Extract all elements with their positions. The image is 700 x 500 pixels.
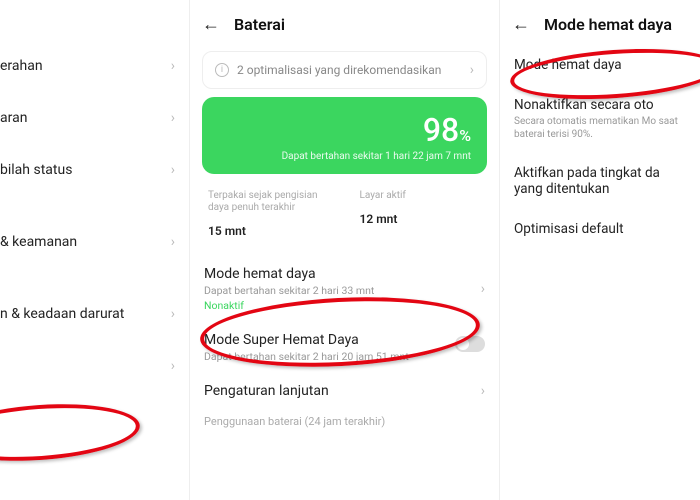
battery-percent: 98% [218,111,471,149]
chevron-right-icon: › [481,281,485,297]
row-title: Nonaktifkan secara oto [514,97,686,113]
percent-unit: % [459,126,471,145]
chevron-right-icon: › [171,358,175,374]
percent-value: 98 [423,111,459,149]
battery-stats: Terpakai sejak pengisian daya penuh tera… [190,182,499,242]
page-title: Mode hemat daya [544,15,672,34]
default-optimization-row[interactable]: Optimisasi default [500,209,700,249]
row-label: & keamanan [0,234,77,250]
power-saver-mode-row[interactable]: Mode hemat daya Dapat bertahan sekitar 2… [190,256,499,322]
toggle-switch[interactable] [455,336,485,352]
chevron-right-icon: › [470,62,474,78]
auto-disable-row[interactable]: Nonaktifkan secara oto Secara otomatis m… [500,85,700,153]
battery-card: 98% Dapat bertahan sekitar 1 hari 22 jam… [202,97,487,174]
battery-estimate: Dapat bertahan sekitar 1 hari 22 jam 7 m… [218,151,471,162]
settings-row[interactable]: n & keadaan darurat › [0,288,189,340]
settings-row-highlighted[interactable]: › [0,340,189,392]
mode-subtitle: Dapat bertahan sekitar 2 hari 33 mnt [204,284,485,297]
header: ← Baterai [190,0,499,45]
power-saver-detail-panel: ← Mode hemat daya Mode hemat daya Nonakt… [500,0,700,500]
settings-row[interactable]: aran › [0,92,189,144]
page-title: Baterai [234,15,285,34]
advanced-settings-row[interactable]: Pengaturan lanjutan › [190,373,499,409]
chevron-right-icon: › [481,383,485,399]
mode-status: Nonaktif [204,299,485,312]
row-title: Optimisasi default [514,221,686,237]
stat-label: Layar aktif [360,190,482,202]
super-power-saver-row[interactable]: Mode Super Hemat Daya Dapat bertahan sek… [190,322,499,373]
row-title: Pengaturan lanjutan [204,383,485,399]
mode-subtitle: Dapat bertahan sekitar 2 hari 20 jam 51 … [204,350,485,363]
row-label: aran [0,110,27,126]
settings-row[interactable]: & keamanan › [0,216,189,268]
stat-label: Terpakai sejak pengisian daya penuh tera… [208,190,330,214]
optimization-banner[interactable]: i 2 optimalisasi yang direkomendasikan › [202,51,487,89]
chevron-right-icon: › [171,58,175,74]
stat-value: 15 mnt [208,224,330,238]
settings-row[interactable]: bilah status › [0,144,189,196]
row-title: Mode hemat daya [514,57,686,73]
row-subtitle: Secara otomatis mematikan Mo saat batera… [514,115,686,141]
row-title: Aktifkan pada tingkat da yang ditentukan [514,165,686,197]
row-label: n & keadaan darurat [0,306,124,322]
stat-value: 12 mnt [360,212,482,226]
back-icon[interactable]: ← [202,14,220,35]
optimization-text: 2 optimalisasi yang direkomendasikan [237,63,462,77]
usage-section-header: Penggunaan baterai (24 jam terakhir) [190,409,499,434]
chevron-right-icon: › [171,306,175,322]
row-label: bilah status [0,162,72,178]
header: ← Mode hemat daya [500,0,700,45]
info-icon: i [215,63,229,77]
mode-title: Mode hemat daya [204,266,485,282]
chevron-right-icon: › [171,162,175,178]
chevron-right-icon: › [171,110,175,126]
chevron-right-icon: › [171,234,175,250]
power-saver-toggle-row[interactable]: Mode hemat daya [500,45,700,85]
mode-title: Mode Super Hemat Daya [204,332,485,348]
settings-row[interactable]: erahan › [0,40,189,92]
settings-list-panel: erahan › aran › bilah status › & keamana… [0,0,190,500]
back-icon[interactable]: ← [512,14,530,35]
battery-panel: ← Baterai i 2 optimalisasi yang direkome… [190,0,500,500]
enable-at-level-row[interactable]: Aktifkan pada tingkat da yang ditentukan [500,153,700,209]
row-label: erahan [0,58,43,74]
